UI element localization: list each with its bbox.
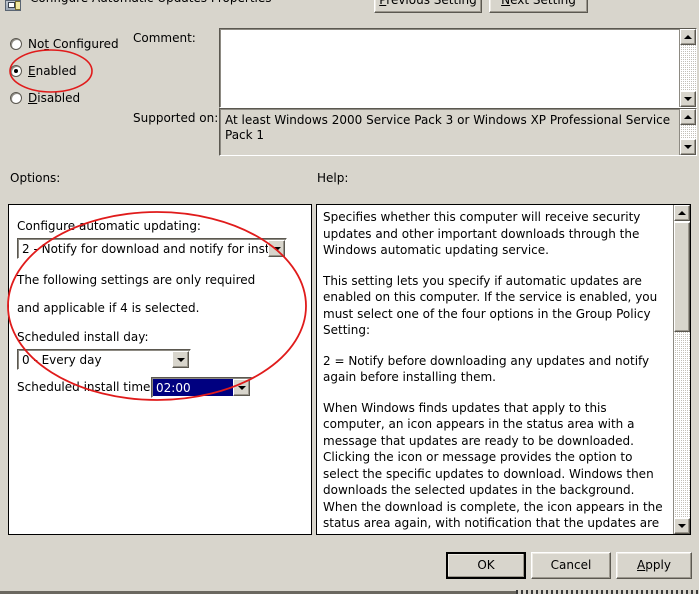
- radio-not-configured-label: Not Configured: [28, 37, 119, 51]
- help-scroll-down-button[interactable]: [674, 518, 690, 534]
- configure-updating-dropdown[interactable]: 2 - Notify for download and notify for i…: [17, 238, 287, 259]
- radio-enabled-label: Enabled: [28, 64, 77, 78]
- requirement-note-line2: and applicable if 4 is selected.: [17, 301, 200, 315]
- options-panel: Configure automatic updating: 2 - Notify…: [8, 204, 312, 535]
- install-time-label: Scheduled install time:: [17, 380, 155, 394]
- configure-updating-label: Configure automatic updating:: [17, 219, 201, 233]
- options-section-label: Options:: [10, 171, 61, 185]
- apply-label-rest: pply: [645, 558, 671, 572]
- supported-on-value: At least Windows 2000 Service Pack 3 or …: [225, 113, 671, 142]
- help-paragraph: This setting lets you specify if automat…: [323, 273, 658, 338]
- window-title: Configure Automatic Updates Properties: [30, 0, 330, 5]
- install-day-dropdown[interactable]: 0 - Every day: [17, 349, 191, 370]
- next-setting-mnemonic: N: [501, 0, 511, 7]
- chevron-down-icon: [176, 357, 185, 362]
- chevron-down-icon: [684, 145, 692, 149]
- chevron-down-icon: [237, 385, 246, 390]
- requirement-note-line1: The following settings are only required: [17, 273, 256, 287]
- install-time-dropdown[interactable]: 02:00: [151, 377, 252, 398]
- comment-textarea[interactable]: [219, 28, 697, 108]
- help-text-content: Specifies whether this computer will rec…: [323, 209, 670, 532]
- help-scrollbar-thumb[interactable]: [674, 222, 690, 332]
- comment-scrollbar[interactable]: [679, 29, 696, 107]
- supported-on-field: At least Windows 2000 Service Pack 3 or …: [219, 108, 697, 156]
- install-time-dropdown-button[interactable]: [233, 379, 250, 396]
- radio-enabled-indicator[interactable]: [10, 65, 22, 77]
- policy-setting-icon: [5, 0, 21, 11]
- configure-updating-dropdown-button[interactable]: [268, 240, 285, 257]
- configure-updating-value: 2 - Notify for download and notify for i…: [22, 241, 268, 256]
- supported-on-scrollbar[interactable]: [679, 109, 696, 155]
- chevron-down-icon: [678, 524, 686, 528]
- help-paragraph: When Windows finds updates that apply to…: [323, 400, 663, 531]
- cancel-button[interactable]: Cancel: [531, 552, 611, 579]
- chevron-up-icon: [684, 115, 692, 119]
- supported-on-label: Supported on:: [133, 111, 219, 125]
- radio-not-configured-indicator[interactable]: [10, 38, 22, 50]
- comment-label: Comment:: [133, 31, 196, 45]
- chevron-up-icon: [678, 211, 686, 215]
- comment-scroll-down-button[interactable]: [680, 91, 696, 107]
- apply-button[interactable]: Apply: [616, 552, 692, 579]
- ok-button[interactable]: OK: [446, 552, 526, 579]
- icon-page-part: [15, 1, 20, 10]
- help-scrollbar[interactable]: [673, 205, 690, 534]
- next-setting-label-rest: ext Setting: [510, 0, 576, 7]
- chevron-up-icon: [684, 35, 692, 39]
- previous-setting-label-rest: revious Setting: [386, 0, 477, 7]
- radio-enabled[interactable]: Enabled: [10, 62, 77, 80]
- install-day-label: Scheduled install day:: [17, 330, 149, 344]
- help-scroll-up-button[interactable]: [674, 205, 690, 221]
- supported-scroll-up-button[interactable]: [680, 109, 696, 125]
- comment-scroll-up-button[interactable]: [680, 29, 696, 45]
- clipped-taskbar-strip: [516, 590, 699, 594]
- chevron-down-icon: [272, 246, 281, 251]
- icon-screen-part: [8, 2, 15, 8]
- help-section-label: Help:: [317, 171, 349, 185]
- chevron-down-icon: [684, 97, 692, 101]
- radio-disabled-label: Disabled: [28, 91, 81, 105]
- title-bar-clipped: Configure Automatic Updates Properties P…: [0, 0, 699, 24]
- help-paragraph: 2 = Notify before downloading any update…: [323, 353, 650, 385]
- install-day-dropdown-button[interactable]: [172, 351, 189, 368]
- next-setting-button[interactable]: Next Setting: [489, 0, 588, 13]
- install-time-value: 02:00: [153, 379, 233, 396]
- radio-disabled-indicator[interactable]: [10, 92, 22, 104]
- install-day-value: 0 - Every day: [22, 352, 102, 367]
- radio-disabled[interactable]: Disabled: [10, 89, 80, 107]
- help-panel: Specifies whether this computer will rec…: [316, 204, 691, 535]
- previous-setting-button[interactable]: Previous Setting: [374, 0, 482, 13]
- radio-not-configured[interactable]: Not Configured: [10, 35, 119, 53]
- help-paragraph: Specifies whether this computer will rec…: [323, 210, 641, 257]
- supported-scroll-down-button[interactable]: [680, 139, 696, 155]
